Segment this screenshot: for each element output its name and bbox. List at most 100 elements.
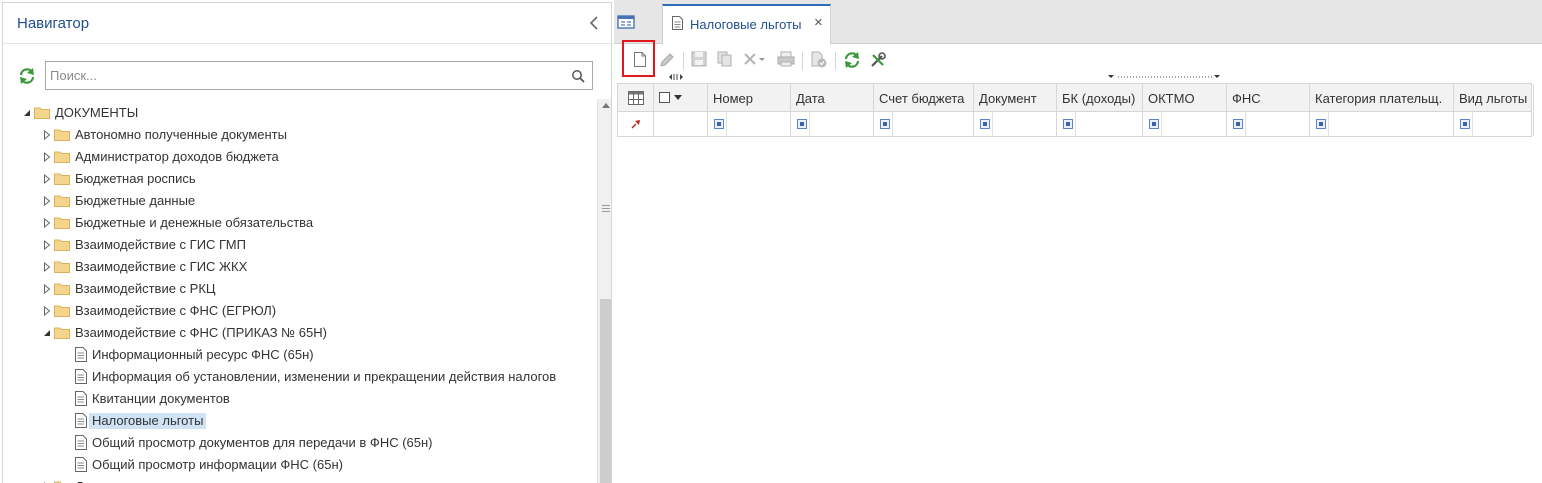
search-icon[interactable] [571,69,585,83]
filter-operator-icon[interactable] [1316,119,1326,129]
filter-operator-icon[interactable] [1460,119,1470,129]
tree-item-folder[interactable]: Бюджетные и денежные обязательства [3,212,597,234]
pin-icon[interactable] [630,118,642,130]
tree-item-document[interactable]: Общий просмотр документов для передачи в… [3,432,597,454]
select-all-cell[interactable] [654,84,708,111]
desktop-tab-icon[interactable] [616,14,638,32]
tree-item-label: Администратор доходов бюджета [75,149,279,164]
tree-item-folder[interactable]: Бюджетные данные [3,190,597,212]
collapsed-triangle-icon[interactable] [43,196,51,206]
grid-settings-cell[interactable] [618,84,654,111]
expanded-triangle-icon[interactable] [43,328,51,338]
filter-cell[interactable] [1454,112,1534,136]
tree-item-label: Общий просмотр информации ФНС (65н) [92,457,343,472]
toolbar-separator [683,52,684,70]
folder-icon [54,173,70,185]
folder-icon [54,305,70,317]
chevron-left-icon[interactable] [587,14,601,32]
tree-item-document[interactable]: Информация об установлении, изменении и … [3,366,597,388]
tree-item-folder[interactable]: Автономно полученные документы [3,124,597,146]
edit-pencil-icon[interactable] [658,51,676,69]
filter-cell[interactable] [1057,112,1143,136]
collapsed-triangle-icon[interactable] [43,240,51,250]
tree-item-label: Бюджетные и денежные обязательства [75,215,314,230]
filter-cell[interactable] [874,112,974,136]
navigator-tree: ДОКУМЕНТЫ Автономно полученные документы А… [3,99,597,483]
tree-item-folder[interactable]: Взаимодействие с ФНС (ЕГРЮЛ) [3,300,597,322]
document-check-icon[interactable] [810,51,828,69]
search-box[interactable] [45,61,593,90]
tab-tax-benefits[interactable]: Налоговые льготы × [662,4,831,45]
column-header[interactable]: Счет бюджета [874,84,974,111]
expanded-triangle-icon[interactable] [23,108,31,118]
tree-item-folder[interactable]: ДОКУМЕНТЫ [3,102,597,124]
filter-operator-icon[interactable] [1149,119,1159,129]
copy-icon[interactable] [717,51,733,67]
collapsed-triangle-icon[interactable] [43,262,51,272]
delete-icon[interactable] [743,51,767,67]
filter-cell[interactable] [791,112,874,136]
filter-cell[interactable] [1143,112,1227,136]
filter-operator-icon[interactable] [980,119,990,129]
filter-divider [1161,112,1162,136]
filter-operator-icon[interactable] [797,119,807,129]
column-resize-icon[interactable] [669,73,683,81]
tree-item-document[interactable]: Информационный ресурс ФНС (65н) [3,344,597,366]
collapsed-triangle-icon[interactable] [43,218,51,228]
filter-operator-icon[interactable] [880,119,890,129]
collapsed-triangle-icon[interactable] [43,284,51,294]
filter-cell[interactable] [1310,112,1454,136]
tree-item-label: Бюджетная роспись [75,171,196,186]
tree-item-document[interactable]: Квитанции документов [3,388,597,410]
scroll-grip-icon [602,205,610,212]
settings-tools-icon[interactable] [869,51,887,69]
filter-operator-icon[interactable] [714,119,724,129]
select-all-checkbox[interactable] [659,92,670,103]
tree-item-label-selected: Налоговые льготы [89,413,207,429]
column-header[interactable]: Вид льготы [1454,84,1534,111]
tree-item-folder[interactable]: Взаимодействие с ГИС ЖКХ [3,256,597,278]
column-header[interactable]: ОКТМО [1143,84,1227,111]
print-icon[interactable] [777,51,795,67]
document-icon [75,457,87,472]
filter-cell[interactable] [974,112,1057,136]
tree-item-label: Бюджетные данные [75,193,196,208]
column-chooser-icon[interactable] [628,91,644,105]
column-header[interactable]: БК (доходы) [1057,84,1143,111]
collapsed-triangle-icon[interactable] [43,306,51,316]
filter-cell[interactable] [1227,112,1310,136]
collapsed-triangle-icon[interactable] [43,152,51,162]
tree-item-folder[interactable]: Бюджетная роспись [3,168,597,190]
collapsed-triangle-icon[interactable] [43,174,51,184]
tree-item-label: Информационный ресурс ФНС (65н) [92,347,314,362]
filter-cell[interactable] [708,112,791,136]
collapsed-triangle-icon[interactable] [43,130,51,140]
chevron-down-icon[interactable] [674,95,682,100]
refresh-icon[interactable] [18,67,36,85]
close-icon[interactable]: × [814,15,826,30]
save-icon[interactable] [691,51,707,67]
column-header[interactable]: Документ [974,84,1057,111]
scroll-up-arrow-icon[interactable] [602,103,610,108]
tree-item-folder[interactable]: Взаимодействие с РКЦ [3,278,597,300]
column-header[interactable]: Категория плательщ. [1310,84,1454,111]
column-header[interactable]: ФНС [1227,84,1310,111]
column-header[interactable]: Номер [708,84,791,111]
column-header-label: ФНС [1232,91,1261,106]
tree-item-document[interactable]: Общий просмотр информации ФНС (65н) [3,454,597,476]
search-input[interactable] [50,66,562,85]
new-document-button[interactable] [622,40,655,77]
tree-item-label: Квитанции документов [92,391,230,406]
filter-operator-icon[interactable] [1063,119,1073,129]
filter-clear-cell[interactable] [618,112,654,136]
tree-item-folder[interactable]: Взаимодействие с ФНС (ПРИКАЗ № 65Н) [3,322,597,344]
scrollbar-thumb[interactable] [600,299,611,483]
filter-operator-icon[interactable] [1233,119,1243,129]
column-header[interactable]: Дата [791,84,874,111]
refresh-icon[interactable] [843,51,861,69]
vertical-scrollbar[interactable] [597,99,611,483]
tree-item-folder[interactable]: Доходные документы [3,476,597,483]
tree-item-folder[interactable]: Взаимодействие с ГИС ГМП [3,234,597,256]
tree-item-document[interactable]: Налоговые льготы [3,410,597,432]
tree-item-folder[interactable]: Администратор доходов бюджета [3,146,597,168]
